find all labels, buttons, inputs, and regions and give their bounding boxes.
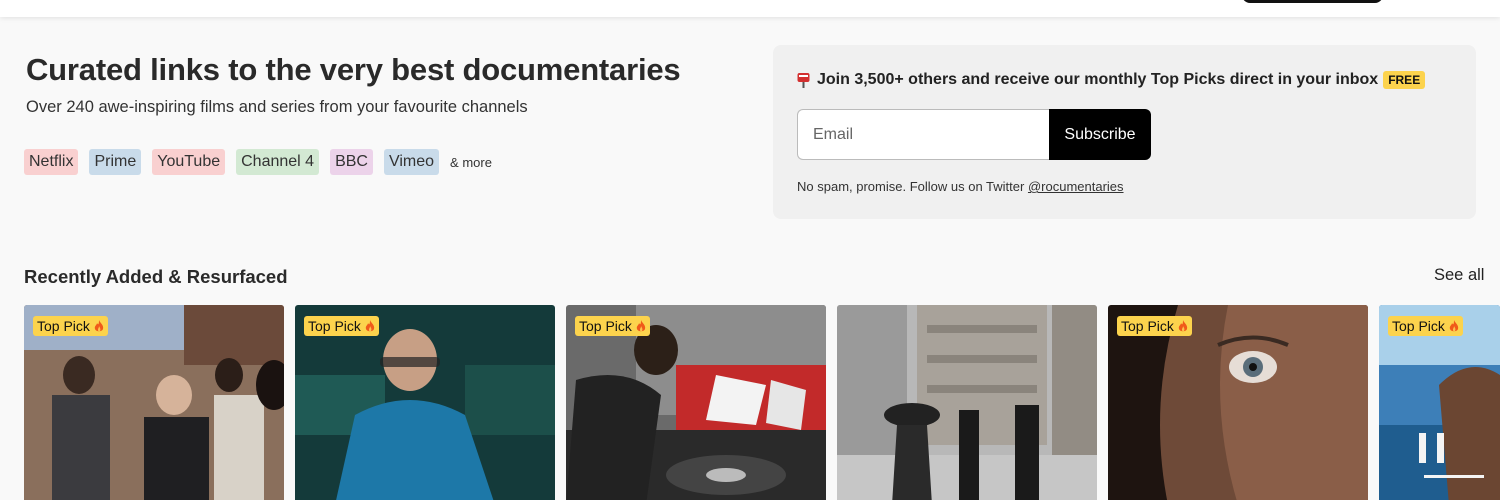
thumbnail-image bbox=[837, 305, 1097, 500]
section-title: Recently Added & Resurfaced bbox=[24, 266, 288, 287]
chip-bbc[interactable]: BBC bbox=[330, 149, 373, 175]
top-nav-bar bbox=[0, 0, 1500, 17]
nav-button[interactable] bbox=[1242, 0, 1383, 3]
page-title: Curated links to the very best documenta… bbox=[26, 52, 681, 87]
documentary-card[interactable]: Top Pick bbox=[1108, 305, 1368, 500]
newsletter-footer-text: No spam, promise. Follow us on Twitter bbox=[797, 179, 1028, 194]
free-badge: FREE bbox=[1383, 71, 1426, 89]
subscribe-button[interactable]: Subscribe bbox=[1049, 109, 1151, 160]
fire-icon bbox=[94, 319, 104, 331]
documentary-card[interactable]: Top Pick bbox=[24, 305, 284, 500]
newsletter-title: Join 3,500+ others and receive our month… bbox=[817, 71, 1379, 88]
chip-vimeo[interactable]: Vimeo bbox=[383, 149, 440, 175]
fire-icon bbox=[365, 319, 375, 331]
newsletter-panel: Join 3,500+ others and receive our month… bbox=[773, 45, 1476, 219]
mailbox-icon bbox=[797, 72, 810, 88]
channel-chips: Netflix Prime YouTube Channel 4 BBC Vime… bbox=[24, 149, 492, 175]
fire-icon bbox=[636, 319, 646, 331]
page-subtitle: Over 240 awe-inspiring films and series … bbox=[26, 98, 528, 116]
more-channels-link[interactable]: & more bbox=[450, 155, 492, 170]
documentary-card[interactable]: Top Pick bbox=[1379, 305, 1500, 500]
see-all-link[interactable]: See all bbox=[1434, 266, 1484, 285]
chip-channel-4[interactable]: Channel 4 bbox=[236, 149, 320, 175]
top-pick-badge: Top Pick bbox=[1388, 316, 1463, 336]
newsletter-heading: Join 3,500+ others and receive our month… bbox=[797, 71, 1426, 89]
documentary-card[interactable]: Top Pick bbox=[295, 305, 555, 500]
newsletter-footer: No spam, promise. Follow us on Twitter @… bbox=[797, 179, 1124, 194]
documentary-card[interactable]: Top Pick bbox=[566, 305, 826, 500]
chip-netflix[interactable]: Netflix bbox=[24, 149, 79, 175]
top-pick-badge: Top Pick bbox=[304, 316, 379, 336]
top-pick-badge: Top Pick bbox=[575, 316, 650, 336]
documentary-card[interactable] bbox=[837, 305, 1097, 500]
top-pick-badge: Top Pick bbox=[33, 316, 108, 336]
chip-prime[interactable]: Prime bbox=[89, 149, 142, 175]
email-input[interactable] bbox=[797, 109, 1051, 160]
fire-icon bbox=[1178, 319, 1188, 331]
fire-icon bbox=[1449, 319, 1459, 331]
chip-youtube[interactable]: YouTube bbox=[152, 149, 226, 175]
twitter-link[interactable]: @rocumentaries bbox=[1028, 179, 1124, 194]
top-pick-badge: Top Pick bbox=[1117, 316, 1192, 336]
